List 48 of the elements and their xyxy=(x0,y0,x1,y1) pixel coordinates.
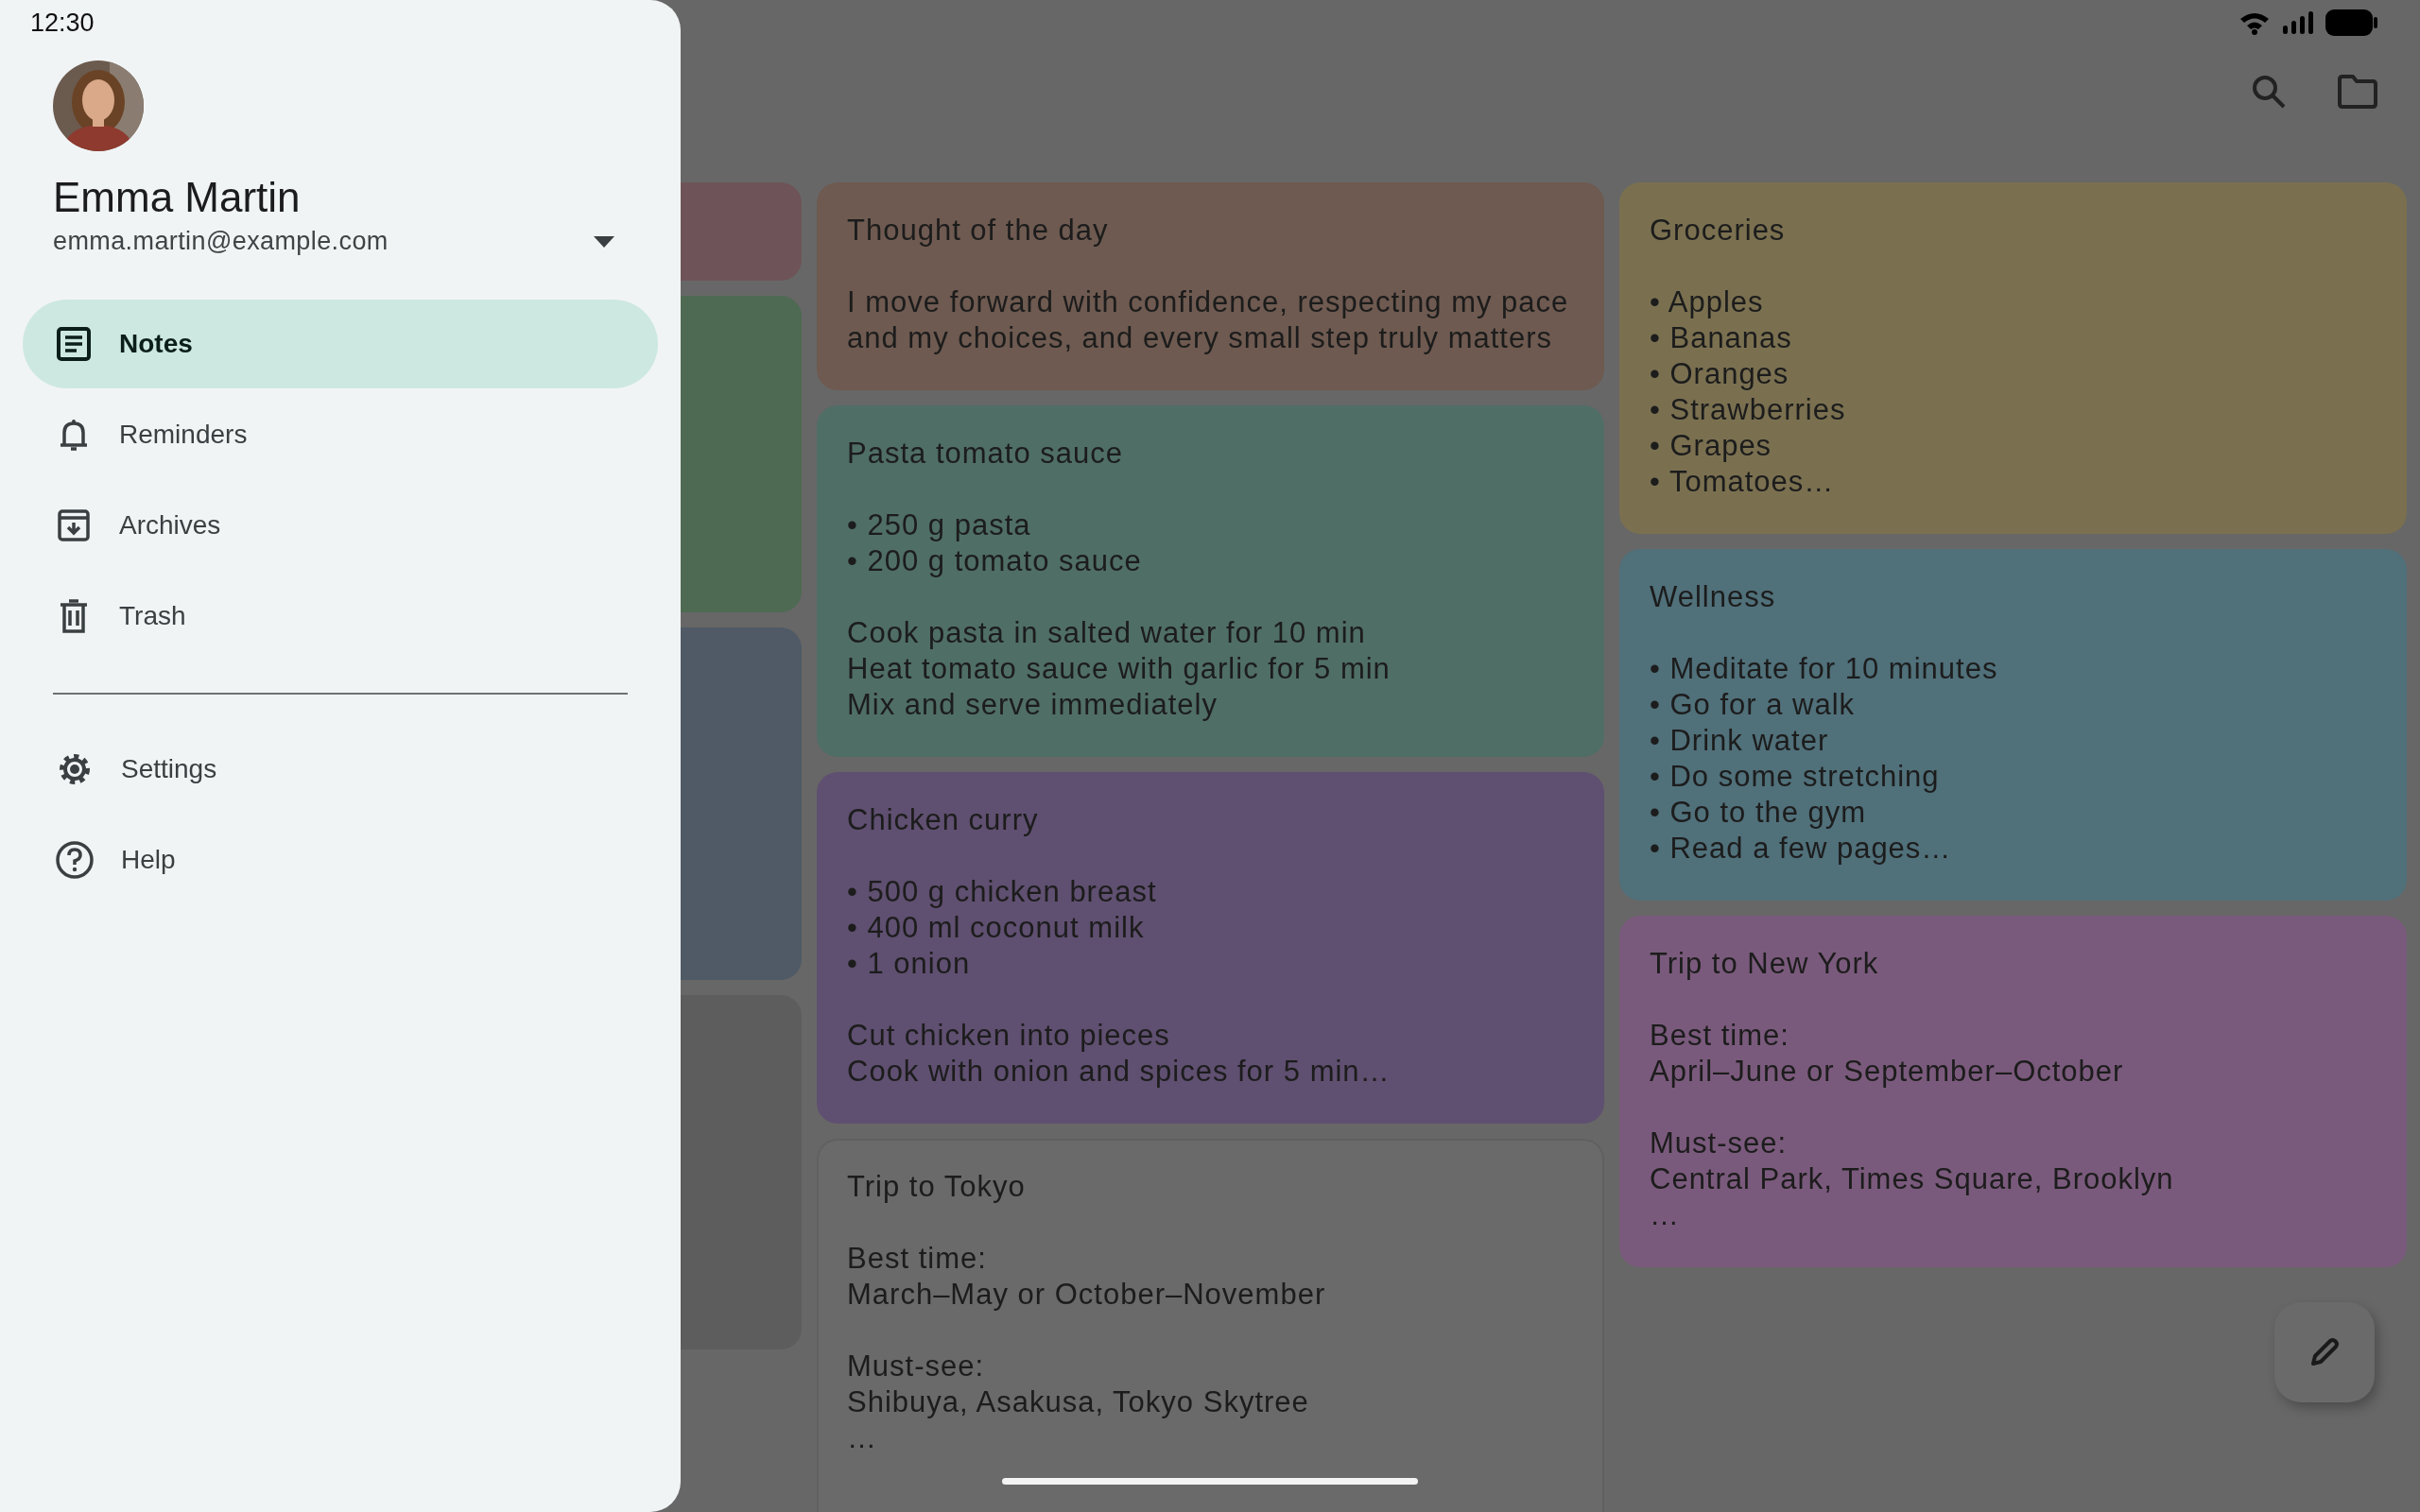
drawer-item[interactable]: Reminders xyxy=(23,390,658,479)
note-text: • 250 g pasta • 200 g tomato sauce xyxy=(847,507,1143,579)
note-text: Best time: March–May or October–November xyxy=(847,1241,1327,1313)
note-text: • Meditate for 10 minutes • Go for a walk • Drink water • Do some stretching • Go to the gym • Read a few pages… xyxy=(1650,651,1999,867)
note-card[interactable]: Thought of the day I move forward with confidence, respecting my pace and my choices, and every small step truly matters xyxy=(817,182,1604,390)
note-title: Groceries xyxy=(1650,213,1787,249)
note-title: Trip to New York xyxy=(1650,946,1880,982)
dropdown-caret-icon[interactable] xyxy=(594,235,614,248)
folder-icon[interactable] xyxy=(2337,74,2378,109)
battery-icon xyxy=(2325,9,2378,36)
note-title: Pasta tomato sauce xyxy=(847,436,1124,472)
drawer-item[interactable]: Archives xyxy=(23,481,658,570)
wifi-icon xyxy=(2238,10,2271,35)
note-title: Chicken curry xyxy=(847,802,1040,838)
note-title: Wellness xyxy=(1650,579,1777,615)
home-indicator[interactable] xyxy=(1002,1478,1418,1485)
note-text: Must-see: Shibuya, Asakusa, Tokyo Skytree … xyxy=(847,1349,1310,1456)
note-card[interactable] xyxy=(681,182,802,281)
drawer-item[interactable]: Help xyxy=(23,816,658,904)
note-card[interactable]: Wellness • Meditate for 10 minutes • Go for a walk • Drink water • Do some stretching • Go to the gym • Read a few pages… xyxy=(1619,549,2407,901)
note-text: Cut chicken into pieces Cook with onion and spices for 5 min… xyxy=(847,1018,1392,1090)
help-icon xyxy=(55,840,95,880)
note-card[interactable]: Trip to Tokyo Best time: March–May or October–November Must-see: Shibuya, Asakusa, Tokyo Skytree … xyxy=(817,1139,1604,1512)
note-card[interactable] xyxy=(681,995,802,1349)
note-text: Best time: April–June or September–October xyxy=(1650,1018,2125,1090)
user-name: Emma Martin xyxy=(53,174,302,221)
signal-icon xyxy=(2282,10,2314,35)
note-text: • Apples • Bananas • Oranges • Strawberries • Grapes • Tomatoes… xyxy=(1650,284,1847,500)
note-text: I move forward with confidence, respecting my pace and my choices, and every small step truly matters xyxy=(847,284,1570,356)
note-title: Trip to Tokyo xyxy=(847,1169,1027,1205)
note-icon xyxy=(55,325,93,363)
note-text: • 500 g chicken breast • 400 ml coconut milk • 1 onion xyxy=(847,874,1158,982)
note-card[interactable]: Trip to New York Best time: April–June or September–October Must-see: Central Park, Times Square, Brooklyn … xyxy=(1619,916,2407,1267)
note-card[interactable] xyxy=(681,627,802,980)
note-card[interactable] xyxy=(681,296,802,612)
status-time: 12:30 xyxy=(30,8,95,38)
note-card[interactable]: Groceries • Apples • Bananas • Oranges • Strawberries • Grapes • Tomatoes… xyxy=(1619,182,2407,534)
note-text: Cook pasta in salted water for 10 min Heat tomato sauce with garlic for 5 min Mix and serve immediately xyxy=(847,615,1392,723)
note-title: Thought of the day xyxy=(847,213,1110,249)
note-card[interactable]: Chicken curry • 500 g chicken breast • 400 ml coconut milk • 1 onion Cut chicken into pieces Cook with onion and spices for 5 min… xyxy=(817,772,1604,1124)
drawer-item[interactable]: Notes xyxy=(23,300,658,388)
note-text: Must-see: Central Park, Times Square, Brooklyn … xyxy=(1650,1125,2175,1233)
drawer-item[interactable]: Settings xyxy=(23,725,658,814)
new-note-button[interactable] xyxy=(2274,1302,2375,1402)
archive-icon xyxy=(55,507,93,544)
user-email: emma.martin@example.com xyxy=(53,227,389,256)
note-card[interactable]: Pasta tomato sauce • 250 g pasta • 200 g tomato sauce Cook pasta in salted water for 10 min Heat tomato sauce with garlic for 5 min Mix and serve immediately xyxy=(817,405,1604,757)
drawer-item[interactable]: Trash xyxy=(23,572,658,661)
